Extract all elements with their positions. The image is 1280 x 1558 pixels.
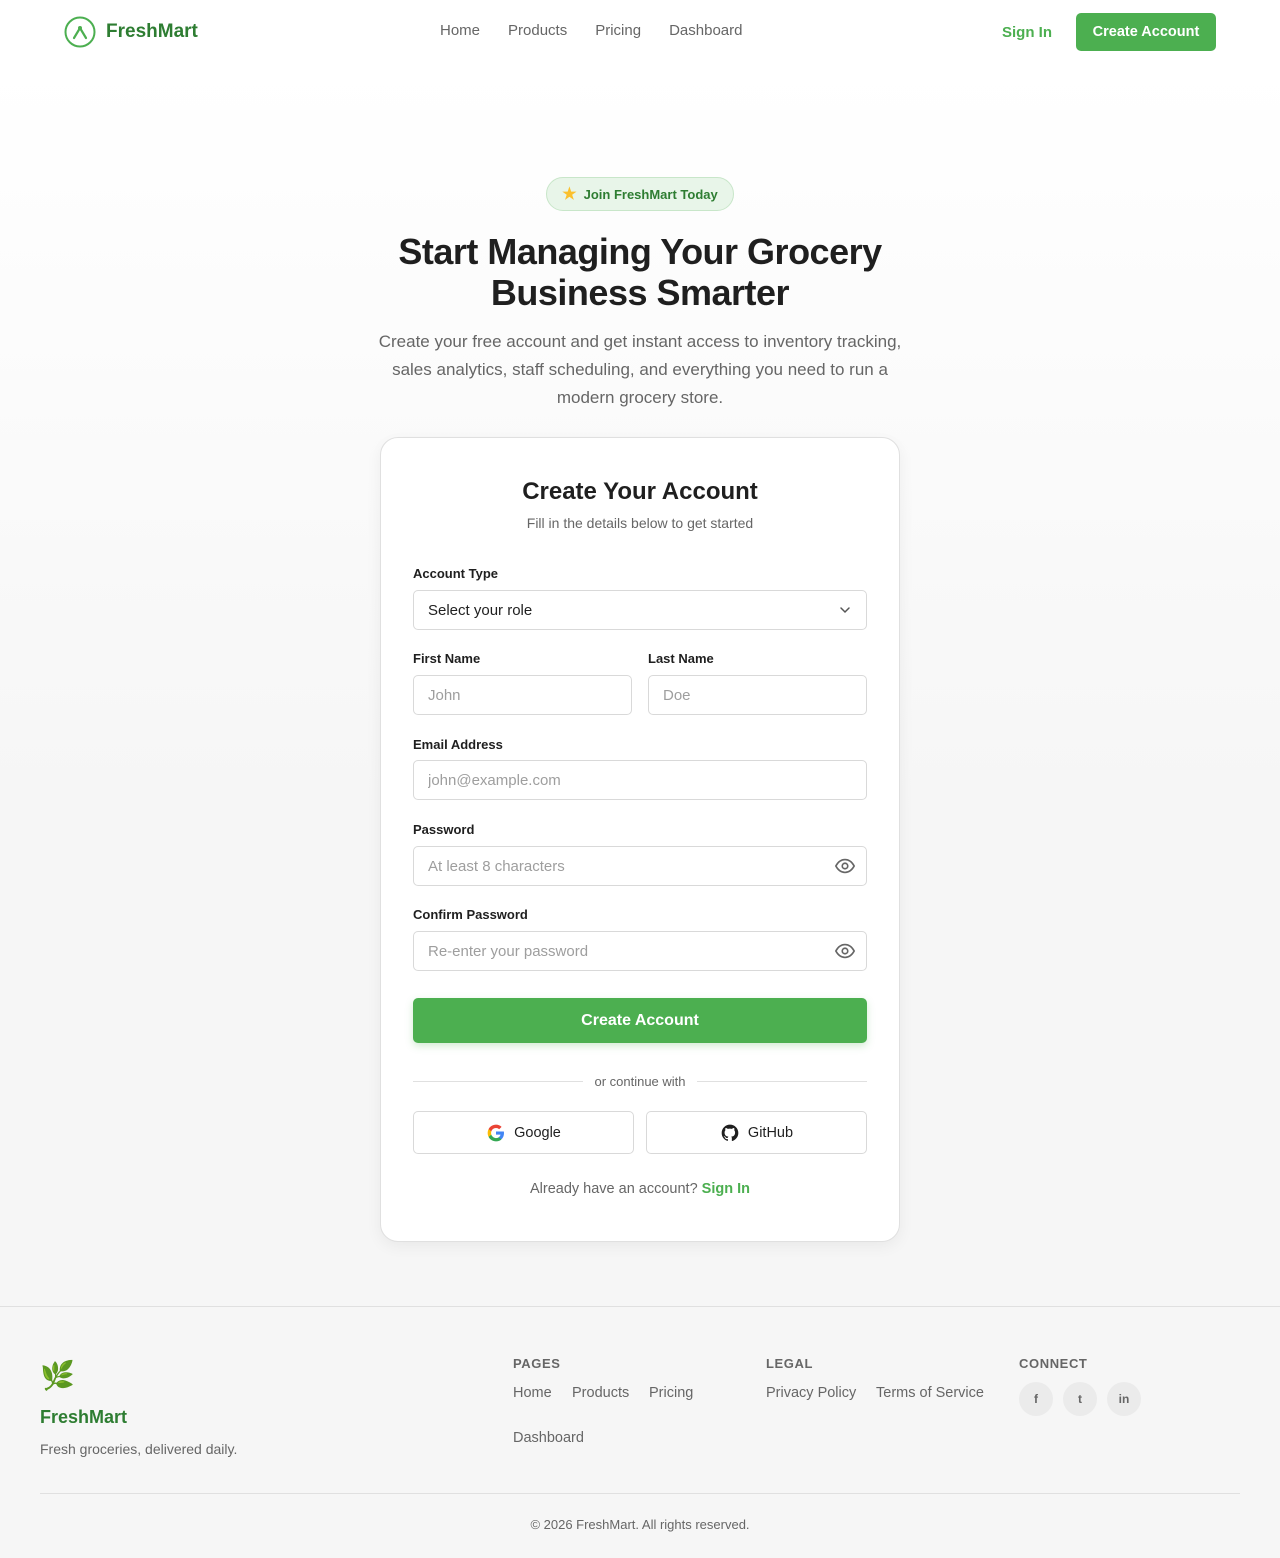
github-icon: [721, 1124, 739, 1141]
card-subtitle: Fill in the details below to get started: [526, 515, 754, 531]
nav-pricing[interactable]: Pricing: [595, 22, 641, 39]
leaf-icon: 🌿: [40, 1360, 75, 1391]
footer-pages-heading: PAGES: [513, 1356, 561, 1371]
eye-icon[interactable]: [834, 940, 856, 962]
facebook-icon[interactable]: f: [1019, 1382, 1053, 1416]
linkedin-icon[interactable]: in: [1107, 1382, 1141, 1416]
footer-link-pricing[interactable]: Pricing: [649, 1385, 693, 1401]
site-footer: 🌿 FreshMart Fresh groceries, delivered d…: [0, 1306, 1280, 1558]
join-badge-text: Join FreshMart Today: [583, 186, 718, 202]
brand-name: FreshMart: [106, 21, 198, 42]
header-create-account-button[interactable]: Create Account: [1076, 13, 1216, 51]
footer-link-privacy[interactable]: Privacy Policy: [766, 1385, 856, 1401]
nav-home[interactable]: Home: [440, 22, 480, 39]
first-name-label: First Name: [413, 651, 481, 666]
hero-title: Start Managing Your Grocery Business Sma…: [398, 231, 882, 313]
nav-products[interactable]: Products: [508, 22, 567, 39]
password-label: Password: [413, 822, 475, 837]
footer-link-products[interactable]: Products: [572, 1385, 629, 1401]
footer-link-home[interactable]: Home: [513, 1385, 552, 1401]
divider-text: or continue with: [594, 1074, 686, 1089]
star-icon: ★: [562, 186, 577, 203]
nav-dashboard[interactable]: Dashboard: [669, 22, 742, 39]
email-input[interactable]: [413, 760, 867, 800]
footer-legal-heading: LEGAL: [766, 1356, 814, 1371]
github-label: GitHub: [747, 1124, 794, 1141]
signin-link[interactable]: Sign In: [702, 1181, 750, 1197]
footer-divider: [40, 1493, 1240, 1494]
footer-connect-heading: CONNECT: [1019, 1356, 1088, 1371]
footer-copyright: © 2026 FreshMart. All rights reserved.: [530, 1517, 750, 1532]
github-signin-button[interactable]: GitHub: [646, 1111, 867, 1154]
twitter-icon[interactable]: t: [1063, 1382, 1097, 1416]
card-title: Create Your Account: [522, 478, 758, 505]
google-icon: [487, 1124, 505, 1141]
confirm-password-label: Confirm Password: [413, 907, 528, 922]
email-label: Email Address: [413, 737, 503, 752]
account-type-label: Account Type: [413, 566, 498, 581]
confirm-password-input[interactable]: [413, 931, 867, 971]
first-name-input[interactable]: [413, 675, 632, 715]
join-badge: ★ Join FreshMart Today: [546, 177, 734, 211]
eye-icon[interactable]: [834, 855, 856, 877]
google-signin-button[interactable]: Google: [413, 1111, 634, 1154]
footer-brand: FreshMart: [40, 1407, 128, 1427]
password-input[interactable]: [413, 846, 867, 886]
create-account-submit-button[interactable]: Create Account: [413, 998, 867, 1043]
footer-tagline: Fresh groceries, delivered daily.: [40, 1441, 238, 1457]
main-nav: Home Products Pricing Dashboard: [440, 22, 742, 39]
footer-link-terms[interactable]: Terms of Service: [876, 1385, 984, 1401]
account-type-select[interactable]: Select your role: [413, 590, 867, 630]
hero-subtitle: Create your free account and get instant…: [378, 332, 902, 407]
sprout-circle-icon: [64, 16, 96, 48]
already-account-row: Already have an account? Sign In: [381, 1181, 899, 1197]
chevron-down-icon: [840, 607, 850, 614]
brand-logo[interactable]: FreshMart: [64, 16, 198, 48]
google-label: Google: [514, 1124, 561, 1141]
header-signin-link[interactable]: Sign In: [1002, 24, 1052, 41]
last-name-input[interactable]: [648, 675, 867, 715]
last-name-label: Last Name: [648, 651, 714, 666]
site-header: FreshMart Home Products Pricing Dashboar…: [0, 0, 1280, 64]
account-type-value: Select your role: [428, 601, 533, 619]
signup-card: Create Your Account Fill in the details …: [380, 437, 900, 1242]
footer-link-dashboard[interactable]: Dashboard: [513, 1430, 584, 1446]
already-account-text: Already have an account?: [529, 1181, 698, 1197]
